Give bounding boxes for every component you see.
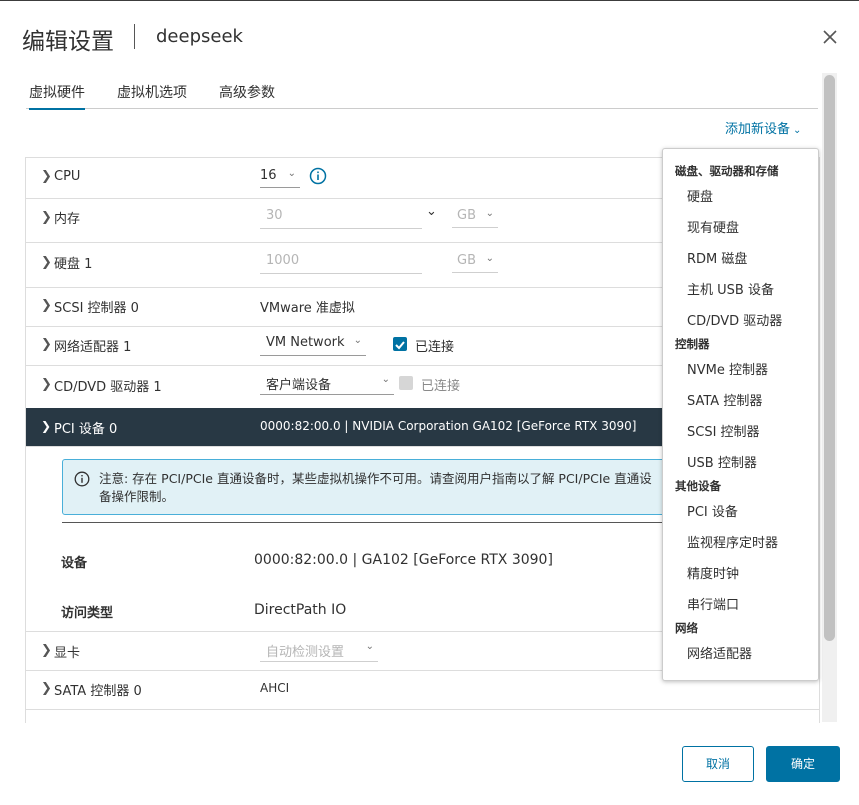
scsi-controller-label: SCSI 控制器 0 [54,301,139,316]
scsi-controller-type: VMware 准虚拟 [260,301,355,316]
close-icon[interactable] [820,27,840,47]
window-top-border [0,0,859,1]
network-select[interactable]: VM Network ⌄ [260,335,366,356]
video-card-label: 显卡 [54,646,81,661]
vm-name: deepseek [156,26,243,47]
network-adapter-label: 网络适配器 1 [54,340,132,355]
scrollbar-thumb[interactable] [824,75,835,641]
ok-button[interactable]: 确定 [766,746,840,782]
menu-item-network-adapter[interactable]: 网络适配器 [687,643,752,662]
menu-item-hard-disk[interactable]: 硬盘 [687,186,713,205]
chevron-down-icon: ⌄ [485,208,494,219]
memory-unit-value: GB [457,208,476,223]
chevron-right-icon[interactable]: ❯ [41,681,52,696]
passthrough-warning-text: 注意: 存在 PCI/PCIe 直通设备时，某些虚拟机操作不可用。请查阅用户指南… [99,471,652,504]
dialog-title: 编辑设置 [22,29,114,55]
memory-size-input[interactable]: 30 [260,208,422,229]
info-circle-icon [74,471,90,487]
disk-unit-select[interactable]: GB ⌄ [452,253,498,273]
hard-disk-label: 硬盘 1 [54,257,93,272]
chevron-down-icon: ⌄ [793,125,802,136]
passthrough-warning: 注意: 存在 PCI/PCIe 直通设备时，某些虚拟机操作不可用。请查阅用户指南… [62,459,669,515]
cd-dvd-source-value: 客户端设备 [266,378,332,393]
disk-size-value: 1000 [266,253,300,268]
video-card-value: 自动检测设置 [266,645,345,660]
menu-item-nvme-controller[interactable]: NVMe 控制器 [687,359,768,378]
network-connected-checkbox[interactable] [393,337,407,351]
chevron-down-icon: ⌄ [353,335,362,346]
memory-unit-select[interactable]: GB ⌄ [452,208,498,228]
pci-access-type-value: DirectPath IO [254,602,347,618]
chevron-down-icon: ⌄ [381,374,390,385]
cd-dvd-drive-label: CD/DVD 驱动器 1 [54,380,162,395]
tab-bar: 虚拟硬件 虚拟机选项 高级参数 [26,84,818,110]
menu-item-precision-clock[interactable]: 精度时钟 [687,563,739,582]
menu-section-other: 其他设备 [675,479,721,493]
menu-item-scsi-controller[interactable]: SCSI 控制器 [687,421,760,440]
chevron-right-icon[interactable]: ❯ [41,643,52,658]
cancel-button[interactable]: 取消 [682,746,754,782]
video-card-select[interactable]: 自动检测设置 ⌄ [260,641,378,662]
cd-dvd-connected-label: 已连接 [421,379,461,394]
chevron-down-icon: ⌄ [287,168,296,179]
info-icon[interactable] [309,167,327,185]
checkmark-icon [395,341,405,350]
menu-item-serial-port[interactable]: 串行端口 [687,594,739,613]
sata-controller-label: SATA 控制器 0 [54,684,142,699]
pci-device-field-value: 0000:82:00.0 | GA102 [GeForce RTX 3090] [254,552,553,568]
disk-unit-value: GB [457,253,476,268]
cpu-count-select[interactable]: 16 ⌄ [260,168,300,188]
pci-access-type-label: 访问类型 [61,606,114,621]
network-connected-label: 已连接 [415,340,455,355]
memory-chevron-down-icon[interactable]: ⌄ [426,204,437,219]
menu-item-cd-dvd[interactable]: CD/DVD 驱动器 [687,310,782,329]
tab-advanced-parameters[interactable]: 高级参数 [219,84,275,108]
cd-dvd-source-select[interactable]: 客户端设备 ⌄ [260,374,394,395]
chevron-right-icon[interactable]: ❯ [41,298,52,313]
cpu-label: CPU [54,169,81,184]
add-device-menu: 磁盘、驱动器和存储 硬盘 现有硬盘 RDM 磁盘 主机 USB 设备 CD/DV… [662,148,819,681]
memory-size-value: 30 [266,208,283,223]
title-divider [134,24,135,49]
chevron-right-icon[interactable]: ❯ [41,377,52,392]
chevron-right-icon[interactable]: ❯ [41,210,52,225]
add-new-device-button[interactable]: 添加新设备 ⌄ [725,118,801,137]
chevron-right-icon[interactable]: ❯ [41,169,52,184]
menu-item-sata-controller[interactable]: SATA 控制器 [687,390,762,409]
menu-item-existing-disk[interactable]: 现有硬盘 [687,217,739,236]
chevron-down-icon[interactable]: ❯ [41,419,51,433]
pci-device-field-label: 设备 [61,556,88,571]
menu-item-rdm-disk[interactable]: RDM 磁盘 [687,248,747,267]
pci-device-summary: 0000:82:00.0 | NVIDIA Corporation GA102 … [260,419,637,433]
network-value: VM Network [266,335,345,350]
menu-section-storage: 磁盘、驱动器和存储 [675,164,779,178]
chevron-right-icon[interactable]: ❯ [41,337,52,352]
menu-item-watchdog-timer[interactable]: 监视程序定时器 [687,532,778,551]
menu-section-network: 网络 [675,621,698,635]
add-new-device-label: 添加新设备 [725,122,791,137]
section-divider [62,522,702,523]
memory-label: 内存 [54,212,81,227]
tab-vm-options[interactable]: 虚拟机选项 [117,84,187,108]
sata-controller-type: AHCI [260,681,290,695]
row-partial [26,709,819,723]
cpu-count-value: 16 [260,168,277,183]
menu-item-usb-controller[interactable]: USB 控制器 [687,452,757,471]
menu-item-pci-device[interactable]: PCI 设备 [687,501,738,520]
tab-virtual-hardware[interactable]: 虚拟硬件 [29,84,85,110]
menu-item-host-usb[interactable]: 主机 USB 设备 [687,279,774,298]
chevron-down-icon: ⌄ [485,253,494,264]
chevron-down-icon: ⌄ [365,641,374,652]
pci-device-label: PCI 设备 0 [54,422,118,437]
chevron-right-icon[interactable]: ❯ [41,255,52,270]
menu-section-controllers: 控制器 [675,337,710,351]
disk-size-input[interactable]: 1000 [260,253,422,274]
cd-dvd-connected-checkbox[interactable] [399,376,413,390]
